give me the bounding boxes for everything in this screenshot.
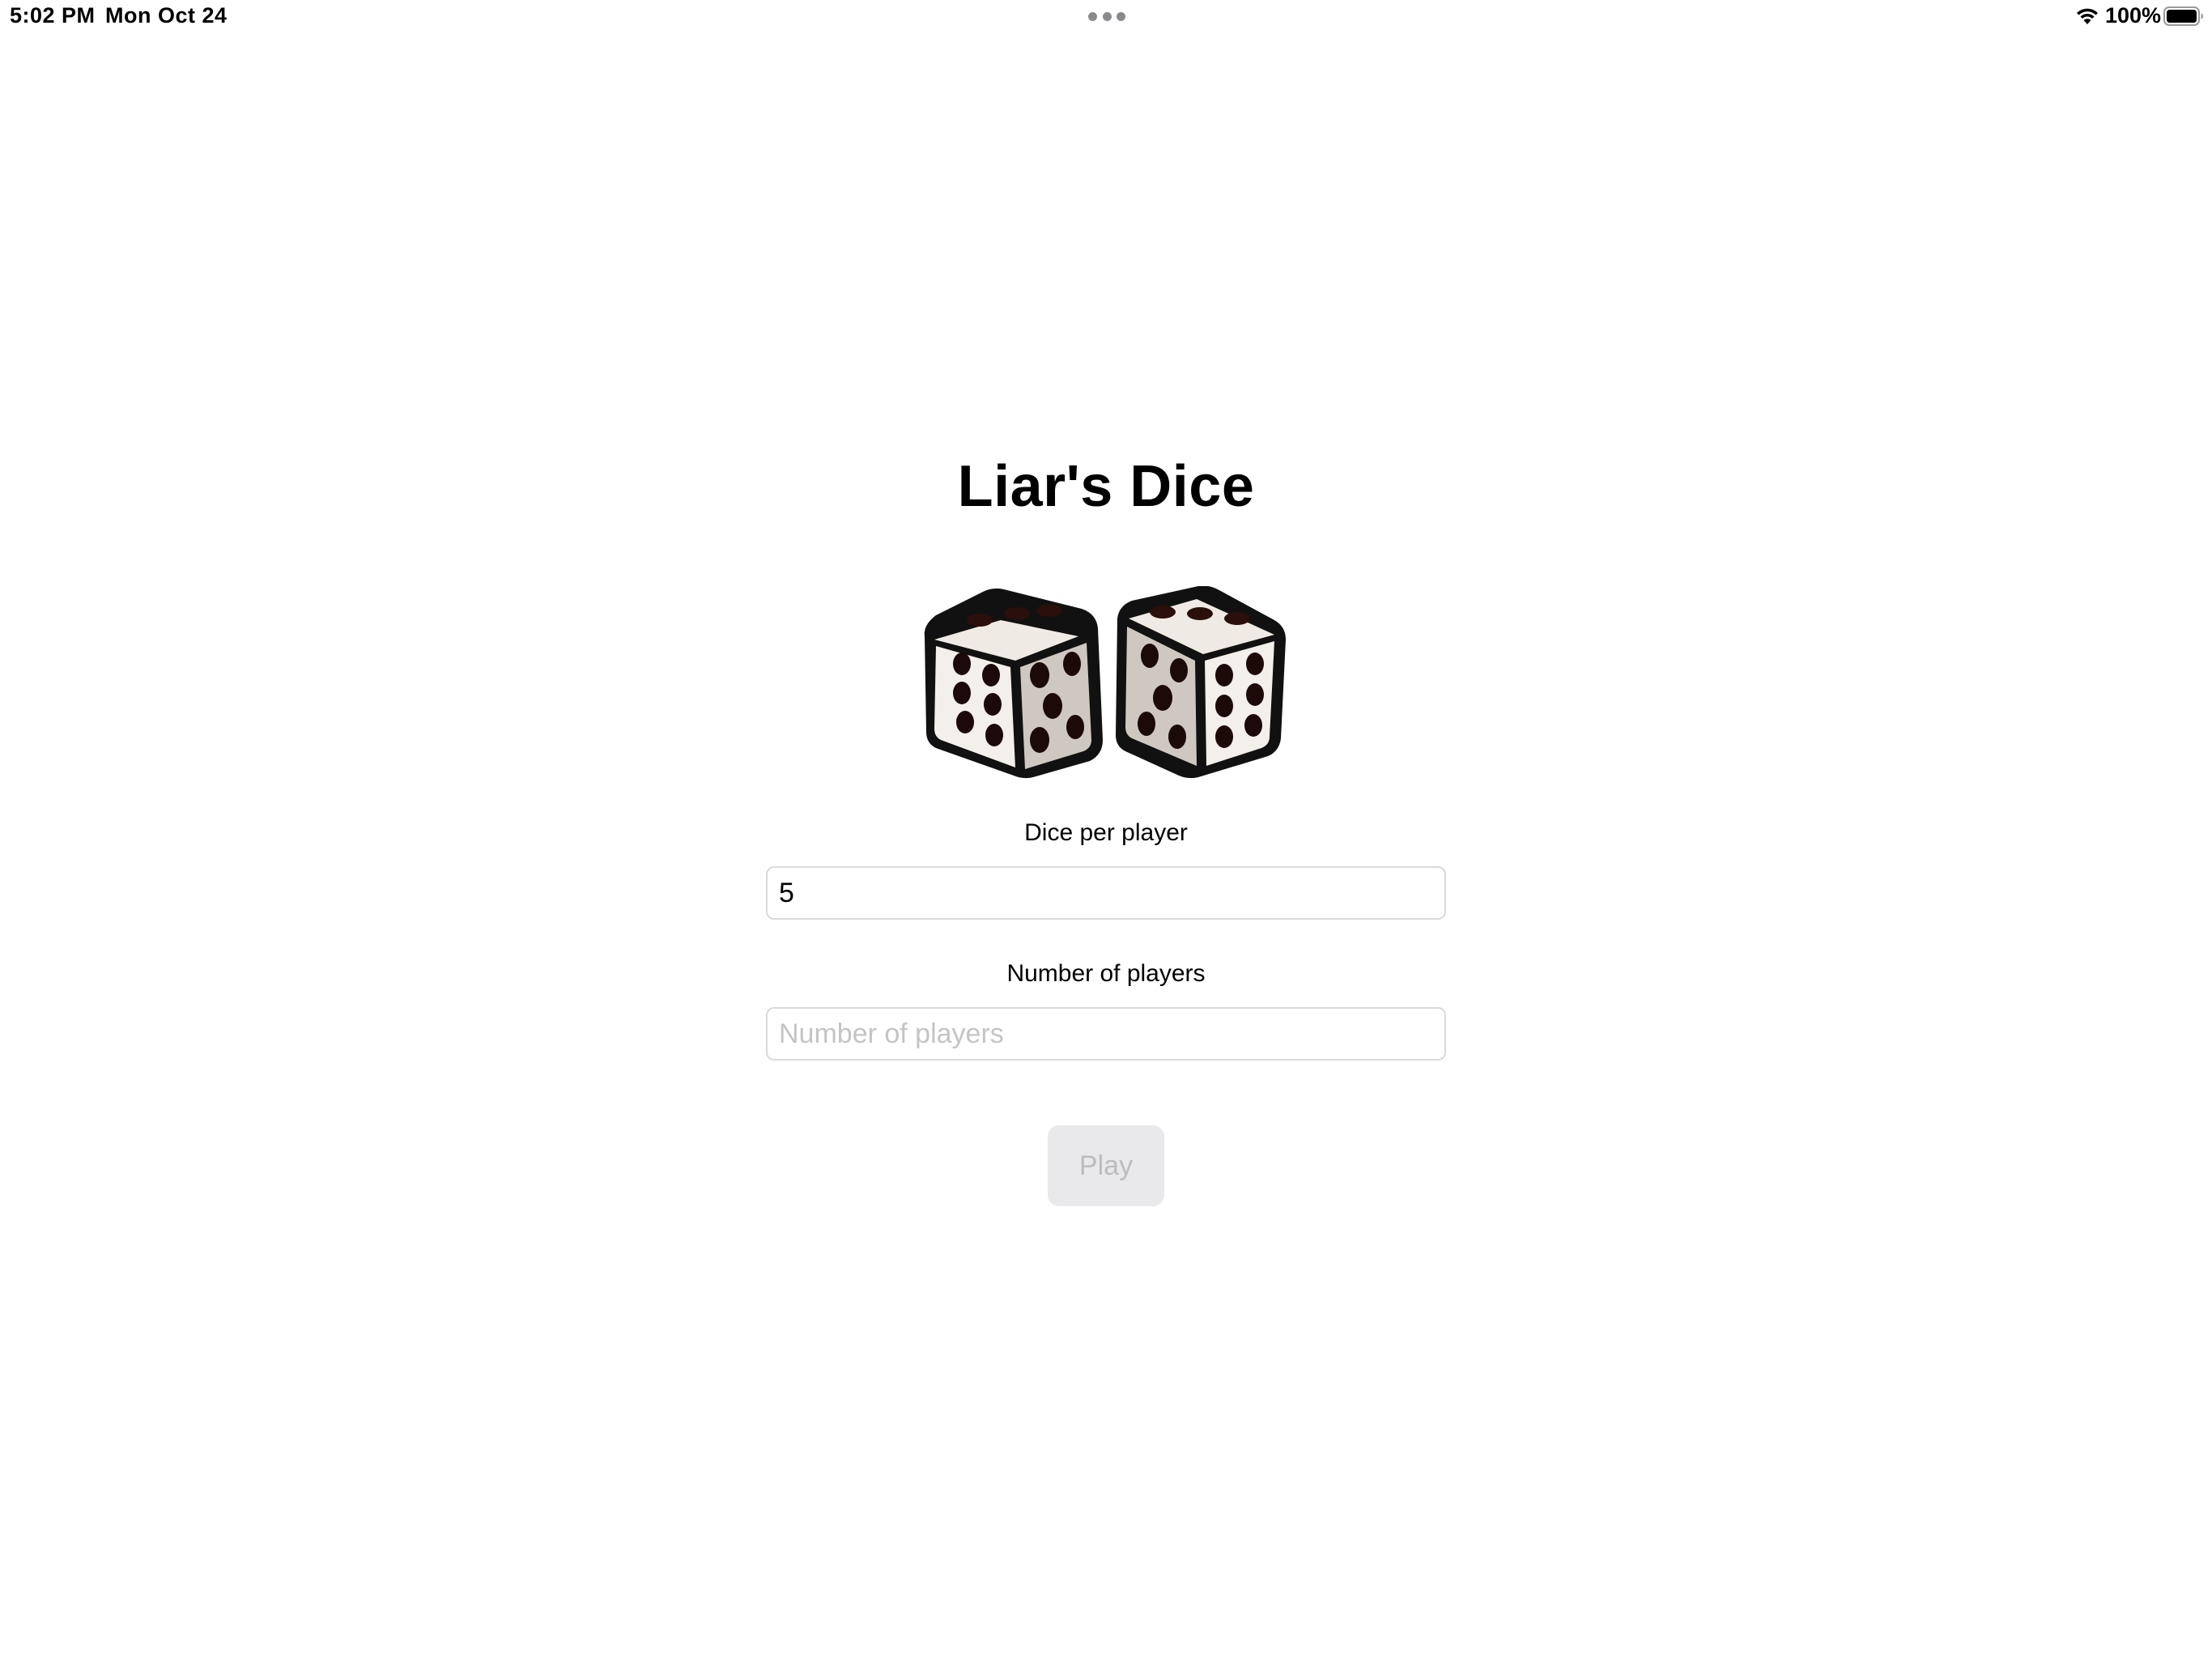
multitasking-dots-icon[interactable] [1088, 11, 1125, 22]
status-time: 5:02 PM [10, 3, 96, 28]
left-die [924, 588, 1103, 779]
status-date: Mon Oct 24 [105, 3, 228, 28]
number-of-players-label: Number of players [1006, 960, 1206, 987]
play-button[interactable]: Play [1048, 1125, 1164, 1206]
dice-per-player-label: Dice per player [1024, 819, 1188, 846]
wifi-icon [2077, 8, 2098, 24]
app-title: Liar's Dice [957, 454, 1255, 519]
status-bar: 5:02 PM Mon Oct 24 100% [0, 0, 2212, 36]
battery-percentage: 100% [2105, 3, 2162, 28]
number-of-players-input[interactable] [766, 1007, 1446, 1061]
dice-pair-illustration [924, 586, 1286, 779]
right-die [1116, 586, 1286, 779]
dice-per-player-input[interactable] [766, 866, 1446, 920]
battery-icon [2163, 6, 2203, 26]
